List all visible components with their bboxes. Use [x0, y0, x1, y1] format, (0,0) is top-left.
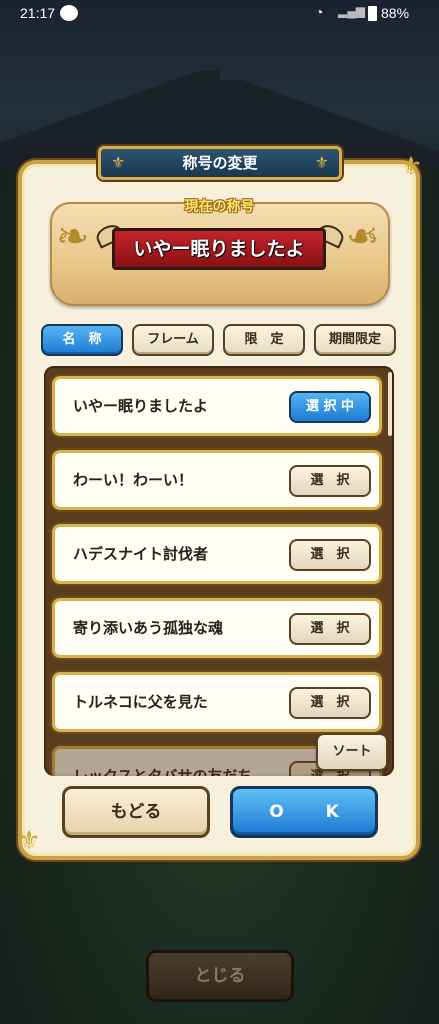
title-label: いやー眠りましたよ	[73, 397, 209, 415]
status-time: 21:17	[20, 5, 56, 21]
scrollbar[interactable]	[388, 372, 392, 436]
corner-ornament-icon: ⚜	[399, 152, 423, 182]
current-title-label: 現在の称号	[184, 199, 255, 215]
select-button[interactable]: 選 択	[289, 465, 371, 497]
dialog-title: 称号の変更	[182, 154, 258, 172]
laurel-left-icon: ❧	[56, 214, 90, 260]
battery-level: 88%	[381, 5, 410, 21]
dialog-title-bar: ⚜ 称号の変更 ⚜	[98, 146, 342, 180]
title-list[interactable]: いやー眠りましたよ 選 択 中 わーい！わーい！ 選 択 ハデスナイト討伐者 選…	[44, 366, 394, 776]
fleur-icon: ⚜	[111, 153, 126, 172]
tab-name[interactable]: 名 称	[41, 324, 123, 356]
list-item: いやー眠りましたよ 選 択 中	[52, 376, 382, 436]
title-label: 寄り添いあう孤独な魂	[73, 619, 224, 637]
close-button[interactable]: とじる	[146, 950, 294, 1002]
fleur-icon: ⚜	[314, 153, 329, 172]
ok-button[interactable]: O K	[230, 786, 378, 838]
select-button[interactable]: 選 択	[289, 687, 371, 719]
status-bar: 21:17 ◔ ▂▄▆ 88%	[0, 0, 439, 28]
app-notification-icon	[60, 5, 78, 21]
current-title-plate: いやー眠りましたよ	[112, 228, 326, 270]
title-label: トルネコに父を見た	[73, 693, 208, 711]
list-item: 寄り添いあう孤独な魂 選 択	[52, 598, 382, 658]
wifi-icon: ◔	[315, 4, 324, 20]
corner-ornament-icon: ⚜	[17, 826, 41, 856]
select-button[interactable]: 選 択	[289, 613, 371, 645]
select-button[interactable]: 選 択	[289, 539, 371, 571]
back-button[interactable]: もどる	[62, 786, 210, 838]
title-label: レックスとタバサの友だち	[73, 767, 253, 776]
tab-period-limited[interactable]: 期間限定	[314, 324, 396, 356]
list-item: トルネコに父を見た 選 択	[52, 672, 382, 732]
list-item: わーい！わーい！ 選 択	[52, 450, 382, 510]
tab-frame[interactable]: フレーム	[132, 324, 214, 356]
battery-icon	[368, 6, 377, 21]
title-label: わーい！わーい！	[73, 471, 194, 489]
sort-button[interactable]: ソート	[316, 733, 388, 771]
selected-button[interactable]: 選 択 中	[289, 391, 371, 423]
list-item: ハデスナイト討伐者 選 択	[52, 524, 382, 584]
title-label: ハデスナイト討伐者	[73, 545, 209, 563]
tab-limited[interactable]: 限 定	[223, 324, 305, 356]
laurel-right-icon: ❧	[346, 214, 380, 260]
signal-icon: ▂▄▆	[338, 4, 365, 18]
